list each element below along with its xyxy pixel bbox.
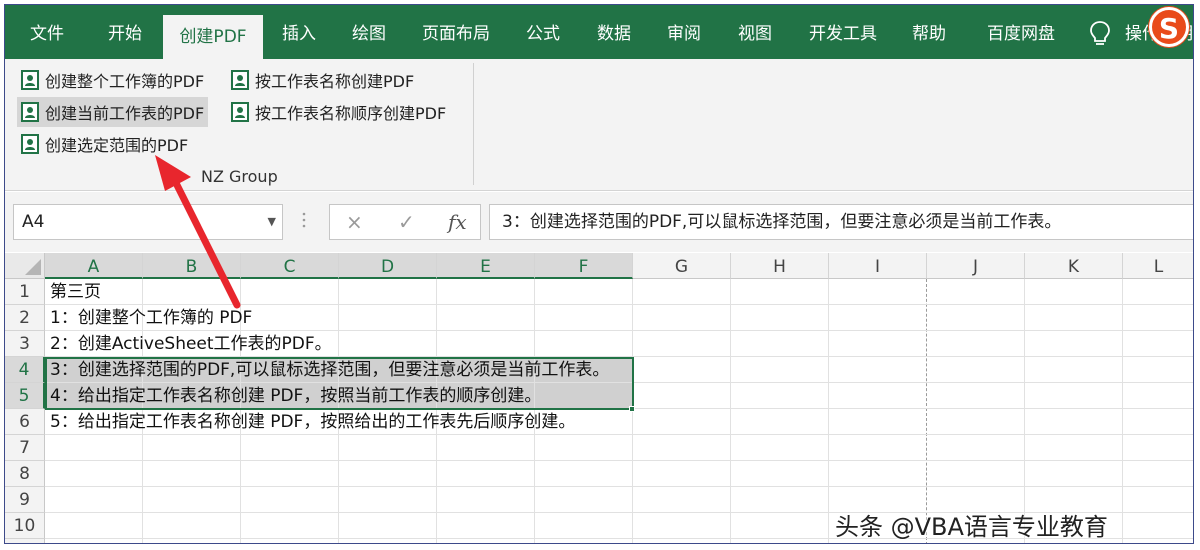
sogou-ime-icon[interactable]: S [1149,7,1189,47]
tab-create-pdf[interactable]: 创建PDF [163,15,263,59]
column-header-k[interactable]: K [1025,253,1123,279]
create-workbook-pdf-button[interactable]: 创建整个工作簿的PDF [5,65,208,95]
selection-border [45,357,634,410]
cell-a6[interactable]: 5：给出指定工作表名称创建 PDF，按照给出的工作表先后顺序创建。 [50,409,575,435]
row-header-10[interactable]: 10 [5,513,45,539]
create-selection-pdf-button[interactable]: 创建选定范围的PDF [5,129,192,159]
grid-line [1024,279,1025,543]
cell-a1[interactable]: 第三页 [50,279,101,305]
grid-line [45,460,1193,461]
ribbon-tab-bar: 文件 开始 创建PDF 插入 绘图 页面布局 公式 数据 审阅 视图 开发工具 … [5,5,1193,59]
grid-line [45,486,1193,487]
formula-buttons: × ✓ fx [329,204,481,240]
row-header-2[interactable]: 2 [5,305,45,331]
formula-input[interactable]: 3：创建选择范围的PDF,可以鼠标选择范围，但要注意必须是当前工作表。 [489,204,1193,240]
tab-data[interactable]: 数据 [578,5,650,59]
ribbon-group-separator [473,63,474,185]
tab-review[interactable]: 审阅 [648,5,720,59]
create-current-sheet-pdf-button[interactable]: 创建当前工作表的PDF [17,97,209,127]
cell-grid[interactable]: 第三页 1：创建整个工作簿的 PDF 2：创建ActiveSheet工作表的PD… [45,279,1193,543]
tab-page-layout[interactable]: 页面布局 [407,5,505,59]
tab-home[interactable]: 开始 [89,5,161,59]
drag-handle-icon[interactable] [301,210,307,230]
column-header-f[interactable]: F [535,253,633,279]
column-header-e[interactable]: E [437,253,535,279]
watermark-text: 头条 @VBA语言专业教育 [835,513,1108,541]
name-box[interactable]: A4 ▼ [13,204,283,240]
column-header-b[interactable]: B [143,253,241,279]
pdf-user-icon [21,70,39,90]
column-header-h[interactable]: H [731,253,829,279]
tab-formulas[interactable]: 公式 [507,5,579,59]
tab-draw[interactable]: 绘图 [333,5,405,59]
button-label: 按工作表名称创建PDF [255,72,415,91]
button-label: 创建整个工作簿的PDF [45,72,205,91]
column-header-g[interactable]: G [633,253,731,279]
excel-window: 文件 开始 创建PDF 插入 绘图 页面布局 公式 数据 审阅 视图 开发工具 … [4,4,1194,544]
pdf-user-icon [21,134,39,154]
row-header-9[interactable]: 9 [5,487,45,513]
button-label: 创建选定范围的PDF [45,136,189,155]
button-label: 按工作表名称顺序创建PDF [255,104,447,123]
insert-function-icon[interactable]: fx [448,205,467,239]
pdf-user-icon [231,70,249,90]
create-pdf-by-sheet-order-button[interactable]: 按工作表名称顺序创建PDF [215,97,450,127]
row-header-1[interactable]: 1 [5,279,45,305]
cell-a2[interactable]: 1：创建整个工作簿的 PDF [50,305,252,331]
tab-insert[interactable]: 插入 [263,5,335,59]
column-header-j[interactable]: J [927,253,1025,279]
name-box-value: A4 [22,212,45,232]
grid-line [1122,279,1123,543]
ribbon-group-label: NZ Group [201,167,278,186]
pdf-user-icon [21,102,39,122]
column-header-i[interactable]: I [829,253,927,279]
cancel-icon[interactable]: × [346,205,363,239]
column-header-a[interactable]: A [45,253,143,279]
chevron-down-icon[interactable]: ▼ [268,205,276,239]
lightbulb-icon[interactable] [1087,19,1113,49]
ribbon-panel: 创建整个工作簿的PDF 创建当前工作表的PDF 创建选定范围的PDF 按工作表名… [5,59,1193,191]
row-header-11[interactable]: 11 [5,539,45,543]
page-break-line [926,279,927,543]
select-all-button[interactable] [5,253,45,279]
row-header-3[interactable]: 3 [5,331,45,357]
create-pdf-by-sheet-name-button[interactable]: 按工作表名称创建PDF [215,65,418,95]
row-header-7[interactable]: 7 [5,435,45,461]
row-header-4[interactable]: 4 [5,357,45,383]
button-label: 创建当前工作表的PDF [45,104,205,123]
tab-view[interactable]: 视图 [719,5,791,59]
tab-help[interactable]: 帮助 [893,5,965,59]
tab-baidu-netdisk[interactable]: 百度网盘 [971,5,1071,59]
enter-check-icon[interactable]: ✓ [398,205,415,239]
row-header-6[interactable]: 6 [5,409,45,435]
tab-developer[interactable]: 开发工具 [797,5,889,59]
cell-a3[interactable]: 2：创建ActiveSheet工作表的PDF。 [50,331,332,357]
fill-handle[interactable] [629,406,635,412]
column-header-c[interactable]: C [241,253,339,279]
column-header-d[interactable]: D [339,253,437,279]
pdf-user-icon [231,102,249,122]
column-header-l[interactable]: L [1123,253,1193,279]
formula-bar-area: A4 ▼ × ✓ fx 3：创建选择范围的PDF,可以鼠标选择范围，但要注意必须… [5,192,1193,252]
row-header-5[interactable]: 5 [5,383,45,409]
grid-line [828,279,829,543]
grid-line [730,279,731,543]
print-area-outline [45,279,635,305]
row-header-8[interactable]: 8 [5,461,45,487]
tab-file[interactable]: 文件 [5,5,89,59]
